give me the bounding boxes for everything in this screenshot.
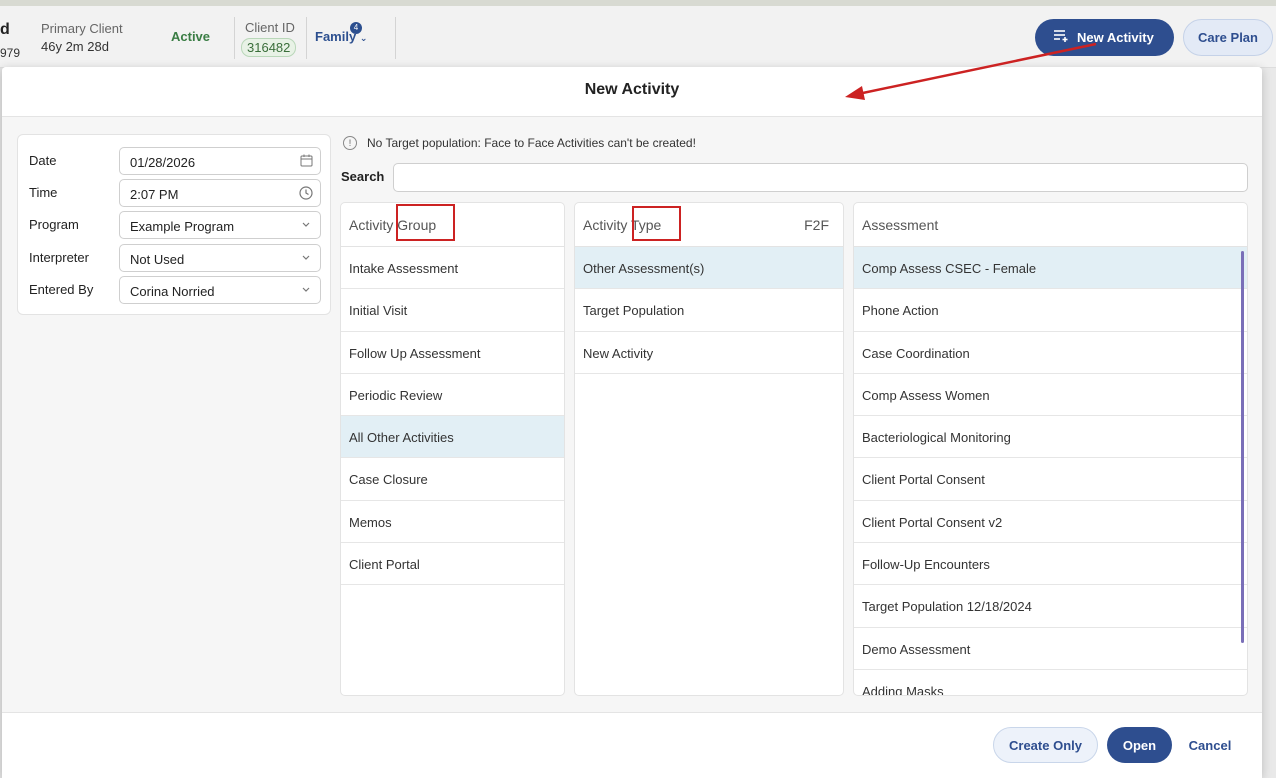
program-row: Program Example Program <box>18 211 332 239</box>
new-activity-button[interactable]: New Activity <box>1035 19 1174 56</box>
primary-client-label: Primary Client <box>41 21 123 36</box>
divider <box>306 17 307 59</box>
interpreter-value: Not Used <box>130 252 185 267</box>
client-header: d 979 Primary Client 46y 2m 28d Active C… <box>0 6 1276 68</box>
activity-group-item[interactable]: Client Portal <box>341 543 564 586</box>
program-value: Example Program <box>130 219 235 234</box>
modal-title: New Activity <box>584 81 680 98</box>
divider <box>395 17 396 59</box>
new-activity-label: New Activity <box>1077 30 1154 45</box>
warning-text: No Target population: Face to Face Activ… <box>367 136 696 150</box>
annotation-box <box>396 204 455 241</box>
modal-header: New Activity <box>2 67 1262 117</box>
activity-type-item[interactable]: New Activity <box>575 332 843 374</box>
date-field[interactable]: 01/28/2026 <box>119 147 321 175</box>
activity-group-item[interactable]: Initial Visit <box>341 289 564 332</box>
time-row: Time 2:07 PM <box>18 179 332 207</box>
date-label: Date <box>29 153 57 168</box>
calendar-icon[interactable] <box>299 154 313 168</box>
clock-icon[interactable] <box>299 186 313 200</box>
background-panel <box>1262 68 1276 778</box>
activity-type-item[interactable]: Target Population <box>575 289 843 332</box>
divider <box>234 17 235 59</box>
scrollbar[interactable] <box>1241 251 1244 643</box>
activity-group-item[interactable]: All Other Activities <box>341 416 564 459</box>
search-label: Search <box>341 169 385 184</box>
interpreter-select[interactable]: Not Used <box>119 244 321 272</box>
client-dob: 979 <box>0 46 21 60</box>
program-select[interactable]: Example Program <box>119 211 321 239</box>
list-add-icon <box>1053 29 1069 46</box>
client-age: 46y 2m 28d <box>41 39 109 54</box>
f2f-header: F2F <box>804 217 829 233</box>
activity-type-item[interactable]: Other Assessment(s) <box>575 247 843 290</box>
client-id-label: Client ID <box>245 20 295 35</box>
assessment-item[interactable]: Bacteriological Monitoring <box>854 416 1247 459</box>
chevron-down-icon <box>299 251 313 265</box>
activity-group-item[interactable]: Memos <box>341 501 564 544</box>
time-label: Time <box>29 185 58 200</box>
open-button[interactable]: Open <box>1107 727 1172 763</box>
time-value: 2:07 PM <box>130 187 179 202</box>
chevron-down-icon: ⌄ <box>359 33 368 43</box>
assessment-item[interactable]: Target Population 12/18/2024 <box>854 585 1247 628</box>
interpreter-label: Interpreter <box>29 250 89 265</box>
activity-group-list: Activity Group Intake Assessment Initial … <box>340 202 565 696</box>
activity-type-list: Activity Type F2F Other Assessment(s) Tar… <box>574 202 844 696</box>
program-label: Program <box>29 217 79 232</box>
status-badge: Active <box>171 29 211 44</box>
family-count-badge: 4 <box>350 22 362 34</box>
assessment-item[interactable]: Phone Action <box>854 289 1247 332</box>
chevron-down-icon <box>299 218 313 232</box>
client-name: d <box>0 21 10 38</box>
assessment-item[interactable]: Case Coordination <box>854 332 1247 374</box>
assessment-item[interactable]: Client Portal Consent <box>854 458 1247 501</box>
assessment-item[interactable]: Adding Masks <box>854 670 1247 695</box>
time-field[interactable]: 2:07 PM <box>119 179 321 207</box>
entered-by-row: Entered By Corina Norried <box>18 276 332 304</box>
activity-group-item[interactable]: Periodic Review <box>341 374 564 417</box>
date-row: Date 01/28/2026 <box>18 147 332 175</box>
activity-group-item[interactable]: Follow Up Assessment <box>341 332 564 374</box>
cancel-button[interactable]: Cancel <box>1178 727 1242 763</box>
entered-by-label: Entered By <box>29 282 94 297</box>
assessment-header: Assessment <box>854 203 1247 247</box>
assessment-item[interactable]: Demo Assessment <box>854 628 1247 670</box>
chevron-down-icon <box>299 283 313 297</box>
modal-footer: Create Only Open Cancel <box>2 712 1262 778</box>
alert-icon: ! <box>343 136 357 150</box>
client-id-badge: 316482 <box>241 38 297 57</box>
new-activity-modal: New Activity Date 01/28/2026 Time 2:07 P… <box>2 67 1262 778</box>
activity-form: Date 01/28/2026 Time 2:07 PM Program Exa… <box>17 134 331 315</box>
assessment-item[interactable]: Comp Assess CSEC - Female <box>854 247 1247 290</box>
warning-message: ! No Target population: Face to Face Act… <box>343 136 696 150</box>
assessment-item[interactable]: Follow-Up Encounters <box>854 543 1247 586</box>
assessment-item[interactable]: Comp Assess Women <box>854 374 1247 417</box>
assessment-item[interactable]: Client Portal Consent v2 <box>854 501 1247 544</box>
annotation-box <box>632 206 681 241</box>
assessment-list: Assessment Comp Assess CSEC - Female Phon… <box>853 202 1248 696</box>
entered-by-select[interactable]: Corina Norried <box>119 276 321 304</box>
activity-type-header: Activity Type F2F <box>575 203 843 247</box>
care-plan-button[interactable]: Care Plan <box>1183 19 1273 56</box>
search-input[interactable] <box>393 163 1248 192</box>
activity-group-item[interactable]: Case Closure <box>341 458 564 501</box>
date-value: 01/28/2026 <box>130 155 196 170</box>
entered-by-value: Corina Norried <box>130 284 215 299</box>
create-only-button[interactable]: Create Only <box>993 727 1098 763</box>
interpreter-row: Interpreter Not Used <box>18 244 332 272</box>
activity-group-item[interactable]: Intake Assessment <box>341 247 564 290</box>
